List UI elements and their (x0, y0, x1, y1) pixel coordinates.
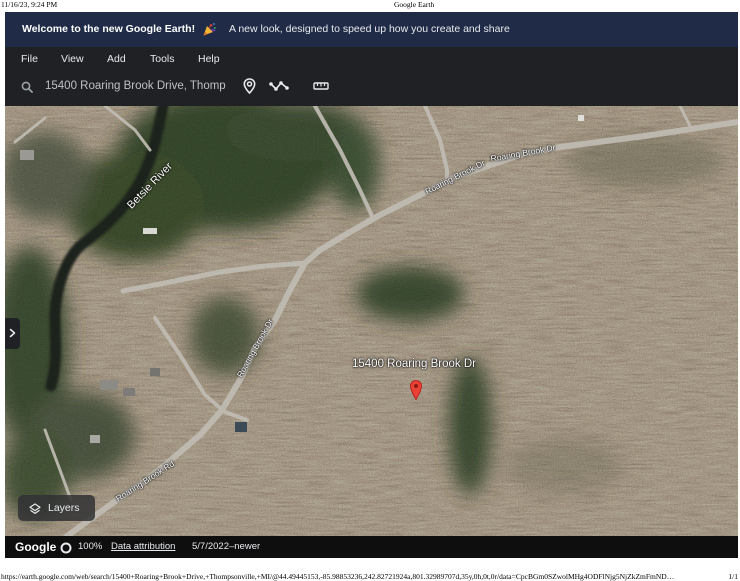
print-url: https://earth.google.com/web/search/1540… (1, 572, 675, 581)
building (90, 435, 100, 443)
menu-help[interactable]: Help (198, 47, 220, 72)
my-location-icon[interactable] (243, 78, 256, 94)
building (150, 368, 160, 376)
building (143, 228, 157, 234)
banner-headline: Welcome to the new Google Earth! (22, 23, 196, 35)
loading-circle-icon (60, 541, 72, 554)
google-earth-app: Welcome to the new Google Earth! A new l… (5, 12, 738, 558)
building (235, 422, 247, 432)
building (20, 150, 34, 160)
load-percentage: 100% (78, 541, 103, 552)
chevron-right-icon (9, 325, 16, 343)
menu-file[interactable]: File (21, 47, 38, 72)
menu-add[interactable]: Add (107, 47, 126, 72)
building (578, 115, 584, 121)
status-bar: Google 100% Data attribution 5/7/2022–ne… (5, 536, 738, 558)
draw-path-icon[interactable] (269, 78, 289, 94)
building (100, 380, 118, 390)
building (123, 388, 135, 396)
grain (5, 106, 738, 536)
satellite-imagery (5, 106, 738, 536)
map-pin-icon[interactable] (410, 380, 422, 401)
satellite-map[interactable]: Betsie River Roaring Brook Dr Roaring Br… (5, 106, 738, 536)
layers-icon (29, 502, 41, 514)
side-panel-toggle[interactable] (5, 318, 20, 349)
print-page-title: Google Earth (394, 0, 435, 9)
banner-message: A new look, designed to speed up how you… (229, 23, 510, 35)
menu-tools[interactable]: Tools (150, 47, 175, 72)
layers-button[interactable]: Layers (18, 495, 95, 521)
data-attribution-link[interactable]: Data attribution (111, 536, 175, 558)
imagery-date: 5/7/2022–newer (192, 541, 261, 552)
print-page-number: 1/1 (728, 572, 738, 581)
google-logo: Google (15, 540, 57, 554)
print-datetime: 11/16/23, 9:24 PM (1, 0, 58, 9)
search-icon[interactable] (21, 80, 33, 93)
menu-view[interactable]: View (61, 47, 84, 72)
layers-label: Layers (48, 502, 80, 514)
party-popper-icon (202, 22, 217, 37)
search-toolbar (5, 72, 738, 106)
ruler-icon[interactable] (313, 78, 329, 94)
search-input[interactable] (45, 78, 229, 94)
menu-bar: File View Add Tools Help (5, 47, 738, 72)
welcome-banner: Welcome to the new Google Earth! A new l… (5, 12, 738, 47)
